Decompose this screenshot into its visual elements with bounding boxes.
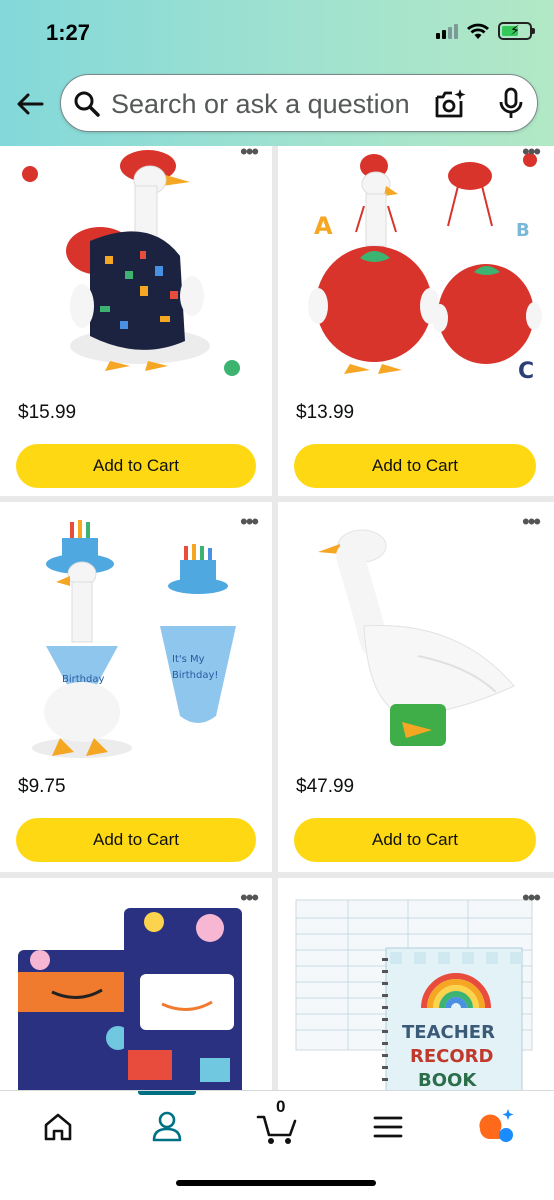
product-price: $9.75 [18,776,66,797]
product-image[interactable] [278,516,554,766]
app-header: 1:27 ⚡ Search or ask a question [0,0,554,146]
status-bar: 1:27 ⚡ [0,0,554,66]
menu-icon[interactable] [368,1107,408,1147]
home-indicator[interactable] [176,1180,376,1186]
camera-search-icon[interactable] [433,87,467,121]
product-image[interactable] [0,146,272,386]
more-options-icon[interactable]: ••• [522,146,541,163]
add-to-cart-button[interactable]: Add to Cart [16,444,256,488]
product-card[interactable]: ••• $47.99 Add to Cart [278,502,554,872]
product-price: $47.99 [296,776,355,797]
add-to-cart-button[interactable]: Add to Cart [294,444,536,488]
home-icon[interactable] [38,1107,78,1147]
book-cover-text-3: BOOK [418,1070,477,1090]
product-card[interactable]: ••• $15.99 Add to Cart [0,146,272,496]
add-to-cart-button[interactable]: Add to Cart [16,818,256,862]
product-image[interactable] [0,888,272,1090]
back-arrow-icon[interactable] [14,88,46,120]
product-price: $13.99 [296,402,355,423]
svg-text:B: B [516,220,530,241]
product-card[interactable]: A B C ••• $13.99 Add to Cart [278,146,554,496]
search-placeholder: Search or ask a question [111,89,410,119]
svg-text:It's My: It's My [172,654,205,665]
product-image[interactable]: TEACHER RECORD BOOK [278,898,554,1090]
more-options-icon[interactable]: ••• [240,887,259,909]
svg-text:A: A [314,212,333,240]
status-time: 1:27 [46,20,91,45]
rufus-ai-icon[interactable] [476,1107,516,1147]
microphone-icon[interactable] [497,87,525,121]
book-cover-text-1: TEACHER [402,1022,495,1043]
product-card[interactable]: Birthday It's My Birthday! ••• $9.75 Add… [0,502,272,872]
product-image[interactable]: A B C [278,146,554,386]
more-options-icon[interactable]: ••• [522,511,541,533]
product-image[interactable]: Birthday It's My Birthday! [0,516,272,766]
more-options-icon[interactable]: ••• [240,511,259,533]
svg-text:C: C [518,359,534,384]
cart-count-badge: 0 [276,1097,286,1116]
more-options-icon[interactable]: ••• [522,887,541,909]
add-to-cart-button[interactable]: Add to Cart [294,818,536,862]
more-options-icon[interactable]: ••• [240,146,259,163]
product-grid: ••• $15.99 Add to Cart A B C ••• $13.99 … [0,146,554,1090]
active-tab-indicator [138,1091,196,1095]
svg-text:Birthday!: Birthday! [172,670,218,681]
product-card[interactable]: TEACHER RECORD BOOK ••• [278,878,554,1090]
search-input[interactable]: Search or ask a question [60,74,538,132]
product-card[interactable]: ••• [0,878,272,1090]
battery-icon: ⚡ [498,22,535,40]
account-icon[interactable] [147,1107,187,1147]
wifi-icon [467,23,489,39]
cellular-signal-icon [436,23,458,39]
product-price: $15.99 [18,402,77,423]
book-cover-text-2: RECORD [410,1046,493,1067]
status-icons: ⚡ [436,22,535,40]
search-icon [74,91,100,117]
